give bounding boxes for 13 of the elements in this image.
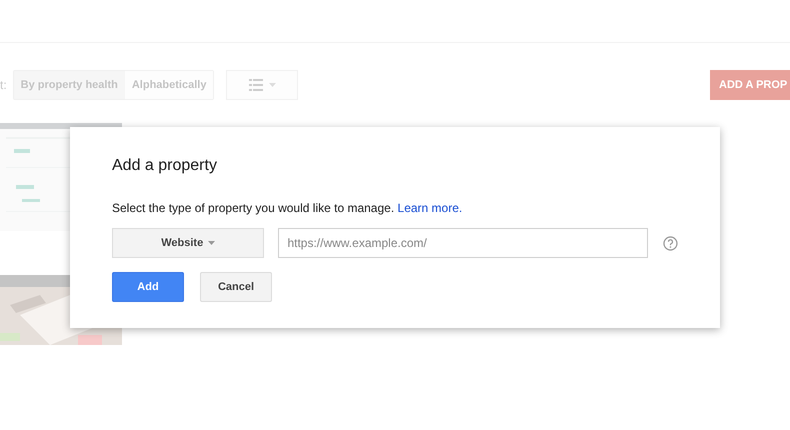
add-button[interactable]: Add bbox=[112, 272, 184, 302]
help-icon[interactable] bbox=[663, 236, 678, 250]
prompt-text: Select the type of property you would like to manage. bbox=[112, 201, 394, 215]
add-property-button[interactable]: ADD A PROP bbox=[710, 70, 790, 100]
caret-icon bbox=[208, 241, 216, 245]
caret-icon bbox=[268, 83, 276, 87]
property-type-select[interactable]: Website bbox=[112, 228, 264, 258]
learn-more-link[interactable]: Learn more. bbox=[398, 201, 462, 215]
list-icon bbox=[248, 79, 263, 91]
url-field[interactable]: https://www.example.com/ bbox=[278, 228, 648, 258]
cancel-button[interactable]: Cancel bbox=[200, 272, 272, 302]
dialog-title: Add a property bbox=[112, 157, 218, 175]
view-button[interactable] bbox=[226, 70, 298, 100]
